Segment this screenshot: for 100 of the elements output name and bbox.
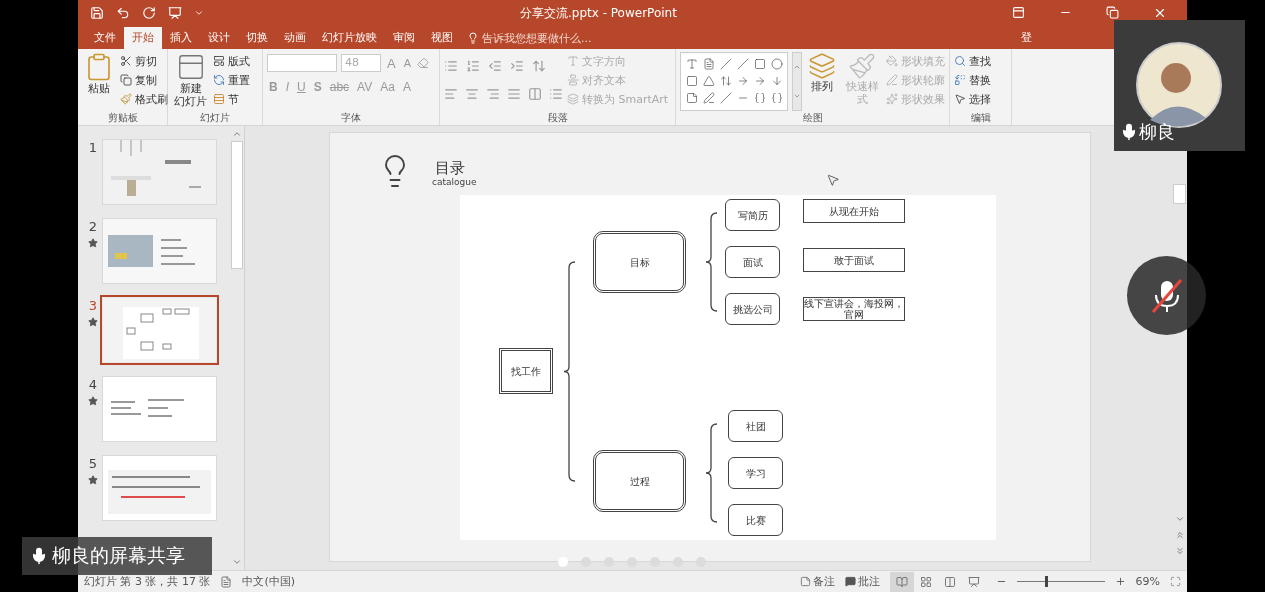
indent-decrease-icon[interactable] (488, 59, 502, 73)
slide-subtitle: catalogue (432, 177, 477, 187)
menu-tab[interactable]: 审阅 (385, 27, 423, 49)
scroll-thumb[interactable] (1173, 184, 1186, 204)
page-dot[interactable] (581, 557, 591, 567)
zoom-in-icon[interactable] (1114, 576, 1126, 587)
view-icon (919, 575, 932, 588)
ribbon-button[interactable]: 复制 (120, 72, 168, 88)
slide-thumbnail[interactable] (103, 377, 216, 441)
scroll-up-icon[interactable] (231, 129, 242, 139)
page-dot[interactable] (604, 557, 614, 567)
list-icon[interactable] (549, 87, 563, 101)
group-label: 绘图 (802, 111, 823, 125)
align-center-icon[interactable] (465, 87, 479, 101)
shape-icon[interactable] (753, 74, 766, 87)
previous-slide-icon[interactable] (1174, 530, 1185, 540)
menu-tab[interactable]: 设计 (200, 27, 238, 49)
scroll-down-icon[interactable] (1174, 514, 1185, 524)
menu-tab[interactable]: 视图 (423, 27, 461, 49)
align-left-icon[interactable] (444, 87, 458, 101)
shape-icon[interactable] (702, 74, 715, 87)
line-spacing-icon[interactable] (532, 59, 546, 73)
layout-icon (213, 55, 225, 67)
shape-icon[interactable] (719, 74, 732, 87)
page-dot[interactable] (650, 557, 660, 567)
redo-icon[interactable] (142, 6, 156, 20)
customize-caret-icon[interactable] (194, 8, 204, 18)
zoom-slider[interactable] (1044, 576, 1048, 587)
page-dot[interactable] (696, 557, 706, 567)
menu-tab[interactable]: 文件 (86, 27, 124, 49)
shape-icon[interactable] (736, 57, 749, 70)
ribbon-button[interactable]: 剪切 (120, 53, 168, 69)
shape-icon[interactable] (702, 91, 715, 104)
slide-thumbnail[interactable] (103, 140, 216, 204)
align-right-icon[interactable] (486, 87, 500, 101)
shapes-gallery[interactable] (680, 52, 788, 111)
shape-icon[interactable] (770, 91, 783, 104)
scissors-icon (120, 55, 132, 67)
new-slide-button[interactable]: 新建 幻灯片 (172, 52, 209, 111)
comments-button[interactable]: 批注 (844, 574, 880, 589)
presentation-icon[interactable] (168, 6, 182, 20)
shape-icon[interactable] (685, 91, 698, 104)
shape-icon[interactable] (685, 57, 698, 70)
sign-in-link[interactable]: 登 (1021, 27, 1032, 49)
view-icon (895, 575, 908, 588)
scroll-thumb[interactable] (230, 141, 243, 269)
align-text-icon (567, 74, 579, 86)
slide-number: 4 (88, 377, 98, 392)
menu-tab[interactable]: 动画 (276, 27, 314, 49)
shape-icon[interactable] (702, 57, 715, 70)
shape-icon[interactable] (753, 57, 766, 70)
menu-tab[interactable]: 开始 (124, 27, 162, 49)
fit-icon[interactable] (1170, 576, 1181, 587)
shape-icon[interactable] (736, 74, 749, 87)
columns-icon[interactable] (528, 87, 542, 101)
shape-icon[interactable] (685, 74, 698, 87)
menu-tab[interactable]: 插入 (162, 27, 200, 49)
justify-icon[interactable] (507, 87, 521, 101)
arrange-button[interactable]: 排列 (806, 52, 839, 111)
ribbon-button[interactable]: 查找 (954, 53, 991, 69)
diagram-node: 社团 (728, 410, 783, 442)
page-dot[interactable] (627, 557, 637, 567)
ribbon-button[interactable]: 格式刷 (120, 91, 168, 107)
ribbon-options-icon[interactable] (1012, 6, 1025, 19)
ribbon-button[interactable]: 重置 (213, 72, 250, 88)
diagram-node: 面试 (725, 246, 780, 278)
notes-button[interactable]: 备注 (799, 574, 835, 589)
diagram-node: 过程 (593, 450, 686, 512)
restore-icon[interactable] (1106, 6, 1119, 19)
shape-icon[interactable] (770, 74, 783, 87)
shape-icon[interactable] (719, 91, 732, 104)
ribbon-button[interactable]: 节 (213, 91, 250, 107)
page-dot[interactable] (673, 557, 683, 567)
shape-icon[interactable] (719, 57, 732, 70)
spelling-icon[interactable] (220, 575, 233, 588)
note-box: 敢于面试 (803, 248, 905, 272)
slide-thumbnail[interactable] (103, 298, 216, 362)
view-button[interactable] (889, 571, 914, 592)
shape-icon[interactable] (770, 57, 783, 70)
slide-thumbnail[interactable] (103, 219, 216, 283)
ribbon-button[interactable]: 替换 (954, 72, 991, 88)
next-slide-icon[interactable] (1174, 546, 1185, 556)
font-name-field[interactable] (267, 54, 337, 72)
menu-tab[interactable]: 切换 (238, 27, 276, 49)
ribbon-button[interactable]: 版式 (213, 53, 250, 69)
paste-button[interactable]: 粘贴 (82, 52, 116, 111)
undo-icon[interactable] (116, 6, 130, 20)
close-icon[interactable] (1153, 6, 1167, 20)
mic-icon (1120, 123, 1138, 141)
page-dot[interactable] (558, 557, 568, 567)
bullets-icon[interactable] (444, 59, 458, 73)
slide-thumbnail[interactable] (103, 456, 216, 520)
save-icon[interactable] (90, 6, 104, 20)
ribbon-button[interactable]: 选择 (954, 91, 991, 107)
tell-me-field[interactable]: 告诉我您想要做什么... (461, 27, 1021, 49)
scroll-down-icon[interactable] (231, 557, 242, 567)
numbering-icon[interactable] (466, 59, 480, 73)
shape-icon[interactable] (753, 91, 766, 104)
menu-tab[interactable]: 幻灯片放映 (314, 27, 385, 49)
indent-increase-icon[interactable] (510, 59, 524, 73)
